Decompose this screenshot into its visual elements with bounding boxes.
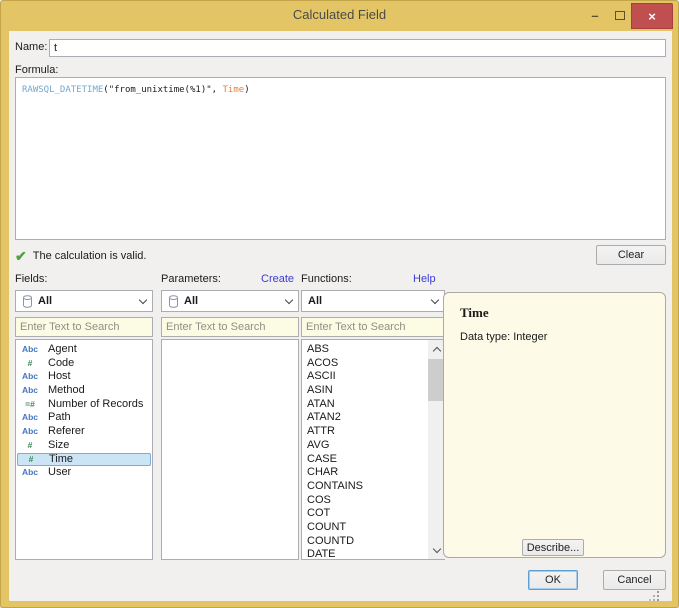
chevron-down-icon <box>431 295 439 303</box>
function-item[interactable]: COUNTD <box>302 535 444 549</box>
function-item[interactable]: ASCII <box>302 370 444 384</box>
field-item[interactable]: Abc Method <box>17 384 151 398</box>
parameters-filter-dropdown[interactable]: All <box>161 290 299 312</box>
detail-datatype: Data type: Integer <box>460 331 547 343</box>
field-detail-panel: Time Data type: Integer <box>443 292 666 558</box>
formula-editor[interactable]: RAWSQL_DATETIME("from_unixtime(%1)", Tim… <box>15 77 666 240</box>
field-item[interactable]: Abc User <box>17 466 151 480</box>
function-item[interactable]: ACOS <box>302 357 444 371</box>
window-title: Calculated Field <box>1 1 678 29</box>
name-input[interactable] <box>49 39 666 57</box>
minimize-button[interactable]: – <box>585 3 605 28</box>
chevron-down-icon <box>139 295 147 303</box>
functions-list[interactable]: ABSACOSASCIIASINATANATAN2ATTRAVGCASECHAR… <box>301 339 445 560</box>
maximize-icon <box>615 11 625 20</box>
close-button[interactable]: × <box>631 3 673 29</box>
parameters-list[interactable] <box>161 339 299 560</box>
string-type-icon: Abc <box>17 370 43 384</box>
function-item[interactable]: COS <box>302 494 444 508</box>
function-item[interactable]: COT <box>302 507 444 521</box>
dialog-body: Name: Formula: RAWSQL_DATETIME("from_uni… <box>9 31 672 601</box>
fields-list[interactable]: Abc Agent # Code Abc Host Abc Method =# Number of… <box>15 339 153 560</box>
parameters-search-input[interactable] <box>161 317 299 337</box>
field-item[interactable]: # Time <box>17 453 151 467</box>
function-item[interactable]: ATTR <box>302 425 444 439</box>
check-icon: ✔ <box>15 248 27 265</box>
clear-button[interactable]: Clear <box>596 245 666 265</box>
field-label: Method <box>48 384 85 398</box>
name-label: Name: <box>15 41 47 53</box>
calculated-number-type-icon: =# <box>17 398 43 412</box>
create-parameter-link[interactable]: Create <box>261 273 294 285</box>
field-label: Host <box>48 370 71 384</box>
title-bar[interactable]: Calculated Field – × <box>1 1 678 31</box>
number-type-icon: # <box>18 454 44 466</box>
function-item[interactable]: ASIN <box>302 384 444 398</box>
validation-message: The calculation is valid. <box>33 250 147 262</box>
chevron-down-icon <box>285 295 293 303</box>
function-item[interactable]: ABS <box>302 343 444 357</box>
field-label: Number of Records <box>48 398 143 412</box>
parameters-filter-value: All <box>184 295 286 307</box>
function-item[interactable]: AVG <box>302 439 444 453</box>
field-label: Path <box>48 411 71 425</box>
field-item[interactable]: =# Number of Records <box>17 398 151 412</box>
field-item[interactable]: Abc Host <box>17 370 151 384</box>
functions-filter-value: All <box>308 295 432 307</box>
fields-filter-value: All <box>38 295 140 307</box>
fields-filter-dropdown[interactable]: All <box>15 290 153 312</box>
string-type-icon: Abc <box>17 384 43 398</box>
field-label: User <box>48 466 71 480</box>
function-item[interactable]: CHAR <box>302 466 444 480</box>
number-type-icon: # <box>17 439 43 453</box>
field-label: Size <box>48 439 69 453</box>
fields-header: Fields: <box>15 273 47 285</box>
field-item[interactable]: Abc Path <box>17 411 151 425</box>
function-item[interactable]: COUNT <box>302 521 444 535</box>
close-icon: × <box>648 9 656 24</box>
function-item[interactable]: CONTAINS <box>302 480 444 494</box>
detail-title: Time <box>460 305 489 321</box>
field-label: Agent <box>48 343 77 357</box>
function-item[interactable]: ATAN2 <box>302 411 444 425</box>
string-type-icon: Abc <box>17 411 43 425</box>
database-icon <box>168 295 179 308</box>
ok-button[interactable]: OK <box>528 570 578 590</box>
field-label: Time <box>49 454 73 466</box>
functions-filter-dropdown[interactable]: All <box>301 290 445 312</box>
field-label: Referer <box>48 425 85 439</box>
resize-grip-icon[interactable] <box>657 591 659 593</box>
string-type-icon: Abc <box>17 343 43 357</box>
field-item[interactable]: Abc Referer <box>17 425 151 439</box>
calculated-field-dialog: Calculated Field – × Name: Formula: RAWS… <box>0 0 679 608</box>
functions-header: Functions: <box>301 273 352 285</box>
database-icon <box>22 295 33 308</box>
cancel-button[interactable]: Cancel <box>603 570 666 590</box>
field-label: Code <box>48 357 74 371</box>
number-type-icon: # <box>17 357 43 371</box>
parameters-header: Parameters: <box>161 273 221 285</box>
field-item[interactable]: # Code <box>17 357 151 371</box>
function-item[interactable]: CASE <box>302 453 444 467</box>
validation-status: ✔ The calculation is valid. <box>15 245 146 267</box>
fields-search-input[interactable] <box>15 317 153 337</box>
function-item[interactable]: ATAN <box>302 398 444 412</box>
functions-search-input[interactable] <box>301 317 445 337</box>
field-item[interactable]: Abc Agent <box>17 343 151 357</box>
maximize-button[interactable] <box>609 3 631 28</box>
formula-label: Formula: <box>15 64 58 76</box>
help-link[interactable]: Help <box>413 273 436 285</box>
minimize-icon: – <box>591 8 598 23</box>
field-item[interactable]: # Size <box>17 439 151 453</box>
string-type-icon: Abc <box>17 425 43 439</box>
describe-button[interactable]: Describe... <box>522 539 584 556</box>
string-type-icon: Abc <box>17 466 43 480</box>
function-item[interactable]: DATE <box>302 548 444 560</box>
